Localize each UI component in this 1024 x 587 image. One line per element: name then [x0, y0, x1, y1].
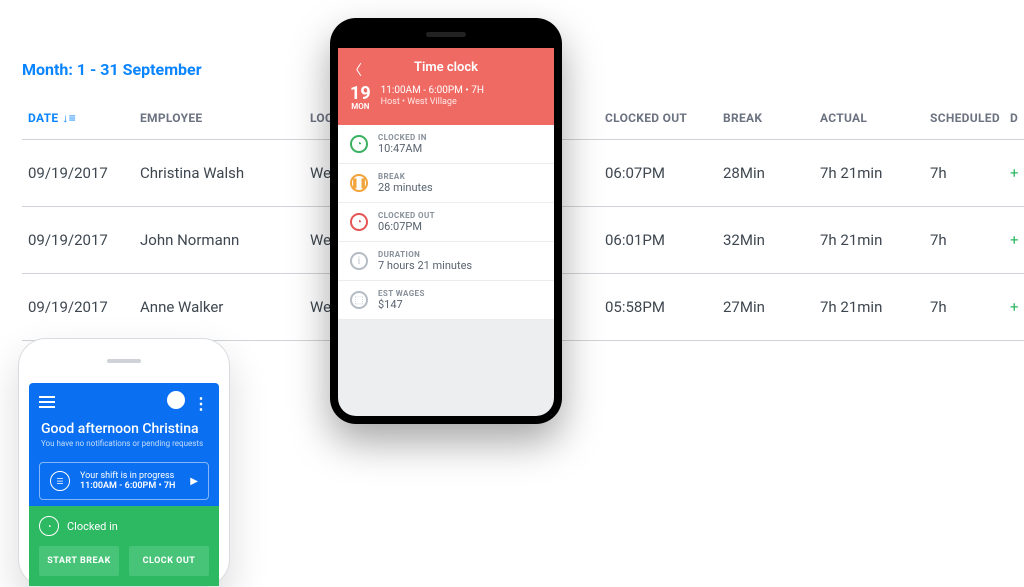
row-value: 7 hours 21 minutes: [378, 259, 472, 272]
col-diff[interactable]: D: [1004, 101, 1024, 140]
row-value: 10:47AM: [378, 142, 427, 155]
android-phone: 〈 Time clock 19 MON 11:00AM - 6:00PM • 7…: [330, 18, 562, 424]
sort-icon: ↓≡: [62, 111, 76, 125]
col-date[interactable]: DATE↓≡: [22, 101, 134, 140]
row-label: BREAK: [378, 172, 433, 181]
cell-scheduled: 7h: [924, 207, 1004, 274]
cell-out: 05:58PM: [599, 274, 717, 341]
row-value: $147: [378, 298, 425, 311]
screen-title: Time clock: [350, 60, 542, 75]
status-icon: ❚❚: [350, 174, 368, 192]
col-out[interactable]: CLOCKED OUT: [599, 101, 717, 140]
cell-actual: 7h 21min: [814, 207, 924, 274]
clocked-in-status: ◔ Clocked in: [39, 516, 209, 536]
calendar-icon: ☰: [50, 471, 70, 491]
row-value: 28 minutes: [378, 181, 433, 194]
start-break-button[interactable]: START BREAK: [39, 546, 119, 576]
cell-scheduled: 7h: [924, 274, 1004, 341]
clock-out-button[interactable]: CLOCK OUT: [129, 546, 209, 576]
cell-diff: +: [1004, 207, 1024, 274]
date-badge: 19 MON: [350, 85, 371, 111]
shift-card[interactable]: ☰ Your shift is in progress 11:00AM - 6:…: [39, 462, 209, 500]
row-label: EST WAGES: [378, 289, 425, 298]
greeting-sub: You have no notifications or pending req…: [41, 439, 207, 448]
cell-out: 06:07PM: [599, 140, 717, 207]
col-scheduled[interactable]: SCHEDULED: [924, 101, 1004, 140]
cell-employee: Christina Walsh: [134, 140, 304, 207]
timeclock-row: ⬚ EST WAGES$147: [338, 281, 554, 320]
greeting: Good afternoon Christina: [41, 421, 207, 437]
status-icon: ⬚: [350, 291, 368, 309]
shift-info: 11:00AM - 6:00PM • 7H Host • West Villag…: [381, 85, 484, 111]
cell-diff: +: [1004, 274, 1024, 341]
avatar[interactable]: [167, 391, 185, 409]
cell-out: 06:01PM: [599, 207, 717, 274]
timeclock-row: ◔ CLOCKED IN10:47AM: [338, 125, 554, 164]
clock-icon: ◔: [39, 516, 59, 536]
cell-break: 28Min: [717, 140, 814, 207]
iphone: ⋮ Good afternoon Christina You have no n…: [18, 338, 230, 587]
cell-actual: 7h 21min: [814, 140, 924, 207]
row-value: 06:07PM: [378, 220, 435, 233]
chevron-right-icon: ▶: [190, 476, 198, 487]
more-icon[interactable]: ⋮: [193, 394, 209, 413]
cell-date: 09/19/2017: [22, 274, 134, 341]
status-icon: i: [350, 252, 368, 270]
col-actual[interactable]: ACTUAL: [814, 101, 924, 140]
row-label: DURATION: [378, 250, 472, 259]
cell-break: 27Min: [717, 274, 814, 341]
status-icon: ◔: [350, 213, 368, 231]
menu-icon[interactable]: [39, 396, 55, 408]
cell-scheduled: 7h: [924, 140, 1004, 207]
row-label: CLOCKED OUT: [378, 211, 435, 220]
shift-status: Your shift is in progress: [80, 471, 175, 481]
cell-diff: +: [1004, 140, 1024, 207]
cell-actual: 7h 21min: [814, 274, 924, 341]
cell-date: 09/19/2017: [22, 207, 134, 274]
row-label: CLOCKED IN: [378, 133, 427, 142]
timeclock-row: i DURATION7 hours 21 minutes: [338, 242, 554, 281]
col-break[interactable]: BREAK: [717, 101, 814, 140]
status-icon: ◔: [350, 135, 368, 153]
cell-break: 32Min: [717, 207, 814, 274]
timeclock-row: ❚❚ BREAK28 minutes: [338, 164, 554, 203]
col-employee[interactable]: EMPLOYEE: [134, 101, 304, 140]
shift-time: 11:00AM - 6:00PM • 7H: [80, 481, 175, 491]
cell-employee: Anne Walker: [134, 274, 304, 341]
cell-employee: John Normann: [134, 207, 304, 274]
back-icon[interactable]: 〈: [348, 60, 362, 80]
cell-date: 09/19/2017: [22, 140, 134, 207]
timeclock-row: ◔ CLOCKED OUT06:07PM: [338, 203, 554, 242]
